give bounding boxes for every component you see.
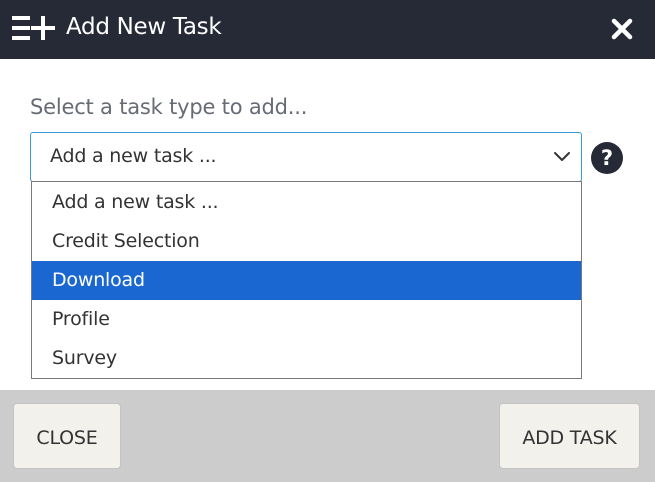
task-type-label: Select a task type to add...: [30, 95, 308, 119]
option-add-new-task[interactable]: Add a new task ...: [32, 183, 581, 222]
option-download[interactable]: Download: [32, 261, 581, 300]
list-add-icon: [12, 16, 55, 40]
help-circle-icon[interactable]: ?: [591, 142, 623, 174]
dialog-header: Add New Task: [0, 0, 655, 59]
task-type-select[interactable]: Add a new task ...: [30, 132, 582, 182]
dialog-title: Add New Task: [66, 14, 222, 40]
close-button[interactable]: CLOSE: [13, 403, 121, 469]
chevron-down-icon: [554, 152, 570, 161]
option-profile[interactable]: Profile: [32, 300, 581, 339]
add-task-button[interactable]: ADD TASK: [499, 403, 640, 469]
select-current-value: Add a new task ...: [50, 145, 217, 167]
task-type-options-list: Add a new task ... Credit Selection Down…: [31, 181, 582, 379]
option-credit-selection[interactable]: Credit Selection: [32, 222, 581, 261]
close-icon[interactable]: [611, 18, 633, 40]
dialog-footer: CLOSE ADD TASK: [0, 390, 655, 482]
svg-text:?: ?: [601, 146, 613, 170]
option-survey[interactable]: Survey: [32, 339, 581, 378]
